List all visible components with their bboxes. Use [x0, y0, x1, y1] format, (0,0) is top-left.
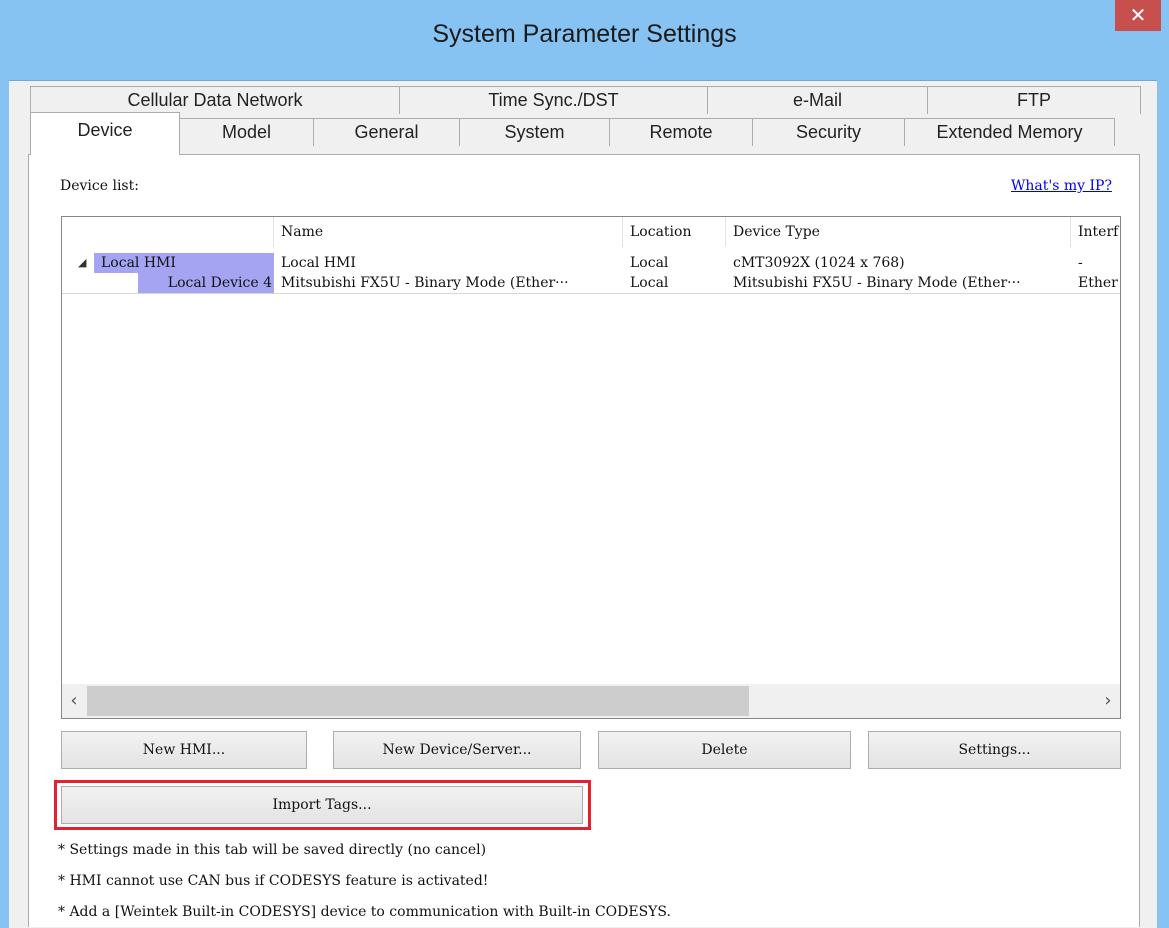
- tab-model-2[interactable]: Model: [179, 118, 314, 146]
- delete-button[interactable]: Delete: [598, 731, 851, 769]
- cell-interface: Ether: [1078, 275, 1118, 291]
- cell-device-type: cMT3092X (1024 x 768): [733, 255, 905, 271]
- note-codesys: * Add a [Weintek Built-in CODESYS] devic…: [58, 904, 671, 920]
- cell-name: Local HMI: [281, 255, 356, 271]
- new-device-server-button[interactable]: New Device/Server...: [333, 731, 581, 769]
- whats-my-ip-link[interactable]: What's my IP?: [1011, 178, 1112, 194]
- horizontal-scrollbar[interactable]: ‹ ›: [62, 684, 1120, 718]
- note-can-bus: * HMI cannot use CAN bus if CODESYS feat…: [58, 873, 489, 889]
- column-header-device-type[interactable]: Device Type: [726, 217, 1071, 247]
- cell-location: Local: [630, 255, 669, 271]
- note-save-directly: * Settings made in this tab will be save…: [58, 842, 487, 858]
- tree-node-local-hmi[interactable]: Local HMI: [94, 253, 274, 273]
- tab-general[interactable]: General: [313, 118, 460, 146]
- column-header-interface[interactable]: Interf: [1071, 217, 1120, 247]
- settings-button[interactable]: Settings...: [868, 731, 1121, 769]
- column-header-location[interactable]: Location: [623, 217, 726, 247]
- tab-cellular-data-network[interactable]: Cellular Data Network: [30, 86, 400, 114]
- tree-node-local-device-4[interactable]: Local Device 4: [138, 273, 274, 293]
- cell-interface: -: [1078, 255, 1083, 271]
- tab-time-sync-dst[interactable]: Time Sync./DST: [399, 86, 708, 114]
- row-divider: [62, 293, 1120, 294]
- tab-email[interactable]: e-Mail: [707, 86, 928, 114]
- cell-location: Local: [630, 275, 669, 291]
- title-bar: System Parameter Settings ✕: [0, 0, 1169, 80]
- tab-system[interactable]: System: [459, 118, 610, 146]
- new-hmi-button[interactable]: New HMI...: [61, 731, 307, 769]
- tab-ftp[interactable]: FTP: [927, 86, 1141, 114]
- cell-name: Mitsubishi FX5U - Binary Mode (Ether···: [281, 275, 569, 291]
- device-list-label: Device list:: [60, 178, 139, 194]
- expand-arrow-icon[interactable]: ◢: [78, 253, 86, 273]
- tab-extended-memory[interactable]: Extended Memory: [904, 118, 1115, 146]
- tab-remote[interactable]: Remote: [609, 118, 753, 146]
- column-header-name[interactable]: Name: [274, 217, 623, 247]
- tab-device[interactable]: Device: [30, 112, 180, 155]
- tab-security[interactable]: Security: [752, 118, 905, 146]
- import-tags-button[interactable]: Import Tags...: [61, 786, 583, 824]
- table-row[interactable]: ◢ Local HMI Local HMI Local cMT3092X (10…: [62, 253, 1120, 273]
- scroll-right-icon[interactable]: ›: [1096, 684, 1120, 718]
- scrollbar-thumb[interactable]: [87, 686, 749, 716]
- window-title: System Parameter Settings: [432, 20, 737, 48]
- tab-model-label: Model: [221, 122, 272, 142]
- table-row[interactable]: Local Device 4 Mitsubishi FX5U - Binary …: [62, 273, 1120, 293]
- column-header-tree[interactable]: [62, 217, 274, 247]
- cell-device-type: Mitsubishi FX5U - Binary Mode (Ether···: [733, 275, 1021, 291]
- scroll-left-icon[interactable]: ‹: [62, 684, 86, 718]
- device-list-grid[interactable]: Name Location Device Type Interf ◢ Local…: [61, 216, 1121, 719]
- close-icon[interactable]: ✕: [1115, 0, 1161, 31]
